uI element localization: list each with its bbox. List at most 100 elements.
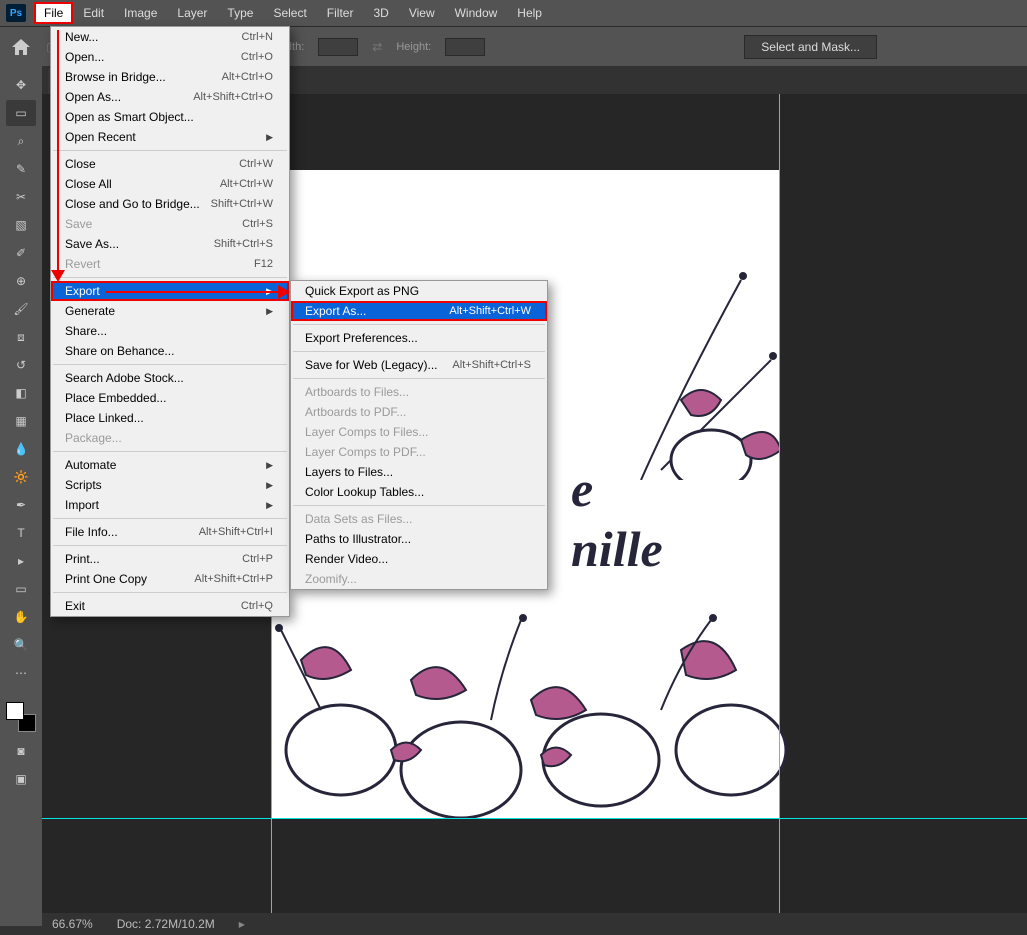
hand-tool[interactable]: ✋ [6,604,36,630]
zoom-tool[interactable]: 🔍 [6,632,36,658]
lasso-tool[interactable]: ⌕ [6,128,36,154]
menu-help[interactable]: Help [507,2,552,24]
file-menu-label-33: Exit [65,599,85,613]
blur-tool[interactable]: 💧 [6,436,36,462]
stamp-tool[interactable]: ⧈ [6,324,36,350]
width-input[interactable] [318,38,358,56]
file-menu-shortcut-8: Alt+Ctrl+W [220,178,273,190]
file-menu-shortcut-3: Alt+Shift+Ctrl+O [193,91,273,103]
menu-filter[interactable]: Filter [317,2,364,24]
menu-layer[interactable]: Layer [167,2,217,24]
file-menu-item-19[interactable]: Search Adobe Stock... [51,368,289,388]
file-menu-item-17[interactable]: Share on Behance... [51,341,289,361]
file-menu-label-31: Print One Copy [65,572,147,586]
guide-vertical [779,94,780,913]
file-menu-item-24[interactable]: Automate▶ [51,455,289,475]
dodge-tool[interactable]: 🔆 [6,464,36,490]
artwork-text-1: e [571,460,593,518]
menu-edit[interactable]: Edit [73,2,114,24]
menubar: Ps FileEditImageLayerTypeSelectFilter3DV… [0,0,1027,26]
file-menu-item-5[interactable]: Open Recent▶ [51,127,289,147]
menu-file[interactable]: File [34,2,73,24]
file-menu: New...Ctrl+NOpen...Ctrl+OBrowse in Bridg… [50,26,290,617]
file-menu-shortcut-2: Alt+Ctrl+O [222,71,273,83]
quick-mask-icon[interactable]: ◙ [9,742,33,760]
file-menu-label-19: Search Adobe Stock... [65,371,184,385]
export-menu-shortcut-5: Alt+Shift+Ctrl+S [452,359,531,371]
export-menu-item-11[interactable]: Layers to Files... [291,462,547,482]
export-menu-label-11: Layers to Files... [305,465,393,479]
file-menu-item-28[interactable]: File Info...Alt+Shift+Ctrl+I [51,522,289,542]
menu-type[interactable]: Type [217,2,263,24]
marquee-tool[interactable]: ▭ [6,100,36,126]
menu-window[interactable]: Window [445,2,508,24]
file-menu-item-1[interactable]: Open...Ctrl+O [51,47,289,67]
shape-tool[interactable]: ▭ [6,576,36,602]
menu-view[interactable]: View [399,2,445,24]
file-menu-item-8[interactable]: Close AllAlt+Ctrl+W [51,174,289,194]
file-menu-item-7[interactable]: CloseCtrl+W [51,154,289,174]
file-menu-item-30[interactable]: Print...Ctrl+P [51,549,289,569]
pen-tool[interactable]: ✒ [6,492,36,518]
move-tool[interactable]: ✥ [6,72,36,98]
menu-3d[interactable]: 3D [363,2,398,24]
export-menu-item-0[interactable]: Quick Export as PNG [291,281,547,301]
status-flyout-icon[interactable]: ▶ [239,920,245,929]
export-menu-item-15[interactable]: Paths to Illustrator... [291,529,547,549]
file-menu-item-20[interactable]: Place Embedded... [51,388,289,408]
file-menu-item-4[interactable]: Open as Smart Object... [51,107,289,127]
file-menu-item-0[interactable]: New...Ctrl+N [51,27,289,47]
edit-toolbar[interactable]: ⋯ [6,660,36,686]
submenu-arrow-icon: ▶ [266,132,273,143]
doc-size[interactable]: Doc: 2.72M/10.2M [117,917,215,931]
export-menu-item-3[interactable]: Export Preferences... [291,328,547,348]
export-menu-shortcut-1: Alt+Shift+Ctrl+W [449,305,531,317]
type-tool[interactable]: T [6,520,36,546]
export-menu-label-17: Zoomify... [305,572,357,586]
select-mask-button[interactable]: Select and Mask... [744,35,877,59]
zoom-level[interactable]: 66.67% [52,917,93,931]
file-menu-item-11[interactable]: Save As...Shift+Ctrl+S [51,234,289,254]
export-submenu: Quick Export as PNG Export As... Alt+Shift… [290,280,548,590]
file-menu-item-15[interactable]: Generate▶ [51,301,289,321]
file-menu-label-2: Browse in Bridge... [65,70,166,84]
foreground-color[interactable] [6,702,24,720]
quick-select-tool[interactable]: ✎ [6,156,36,182]
file-menu-item-3[interactable]: Open As...Alt+Shift+Ctrl+O [51,87,289,107]
file-menu-item-26[interactable]: Import▶ [51,495,289,515]
artwork-text-2: nille [571,520,663,578]
export-menu-item-1[interactable]: Export As... Alt+Shift+Ctrl+W [291,301,547,321]
color-swatches[interactable] [6,702,36,732]
gradient-tool[interactable]: ▦ [6,408,36,434]
export-menu-item-10: Layer Comps to PDF... [291,442,547,462]
menu-image[interactable]: Image [114,2,167,24]
file-menu-shortcut-11: Shift+Ctrl+S [214,238,273,250]
export-menu-label-1: Export As... [305,304,366,318]
file-menu-item-25[interactable]: Scripts▶ [51,475,289,495]
healing-tool[interactable]: ⊕ [6,268,36,294]
path-select-tool[interactable]: ▸ [6,548,36,574]
export-menu-item-5[interactable]: Save for Web (Legacy)...Alt+Shift+Ctrl+S [291,355,547,375]
eraser-tool[interactable]: ◧ [6,380,36,406]
screen-mode-icon[interactable]: ▣ [9,770,33,788]
home-icon[interactable] [10,36,32,58]
height-label: Height: [396,41,431,53]
export-menu-item-12[interactable]: Color Lookup Tables... [291,482,547,502]
height-input[interactable] [445,38,485,56]
file-menu-item-2[interactable]: Browse in Bridge... Alt+Ctrl+O [51,67,289,87]
history-brush-tool[interactable]: ↺ [6,352,36,378]
file-menu-item-21[interactable]: Place Linked... [51,408,289,428]
floral-bottom [261,600,801,830]
export-menu-label-8: Artboards to PDF... [305,405,406,419]
file-menu-item-9[interactable]: Close and Go to Bridge...Shift+Ctrl+W [51,194,289,214]
toolbox: ✥ ▭ ⌕ ✎ ✂ ▧ ✐ ⊕ 🖌 ⧈ ↺ ◧ ▦ 💧 🔆 ✒ T ▸ ▭ ✋ … [0,66,42,926]
file-menu-item-33[interactable]: ExitCtrl+Q [51,596,289,616]
export-menu-item-16[interactable]: Render Video... [291,549,547,569]
menu-select[interactable]: Select [263,2,316,24]
eyedropper-tool[interactable]: ✐ [6,240,36,266]
file-menu-item-31[interactable]: Print One CopyAlt+Shift+Ctrl+P [51,569,289,589]
brush-tool[interactable]: 🖌 [6,296,36,322]
frame-tool[interactable]: ▧ [6,212,36,238]
crop-tool[interactable]: ✂ [6,184,36,210]
file-menu-item-16[interactable]: Share... [51,321,289,341]
